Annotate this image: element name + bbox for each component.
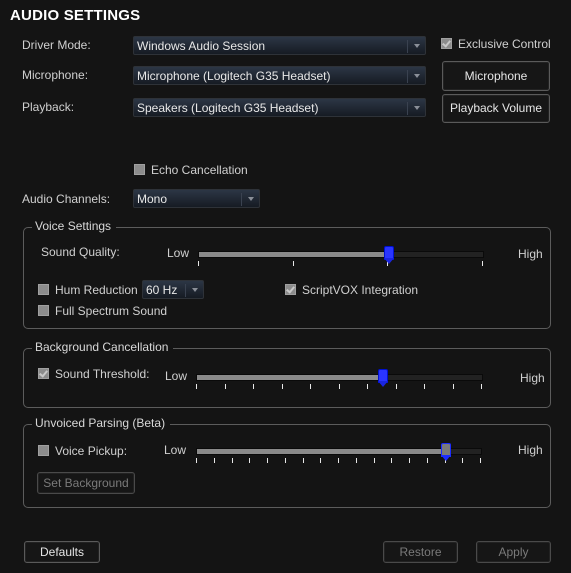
hum-frequency-value: 60 Hz <box>146 283 178 297</box>
slider-tick <box>293 261 294 266</box>
slider-tick <box>482 261 483 266</box>
slider-tick <box>424 384 425 389</box>
slider-tick <box>253 384 254 389</box>
voice-pickup-high-label: High <box>518 443 543 457</box>
slider-tick <box>303 458 304 463</box>
set-background-button[interactable]: Set Background <box>37 472 135 494</box>
chevron-down-icon <box>192 288 198 292</box>
background-cancellation-legend: Background Cancellation <box>32 340 174 354</box>
echo-cancellation-label: Echo Cancellation <box>151 163 248 177</box>
unvoiced-parsing-group: Unvoiced Parsing (Beta) <box>23 416 551 508</box>
slider-tick <box>285 458 286 463</box>
hum-frequency-select[interactable]: 60 Hz <box>142 280 204 299</box>
chevron-down-icon <box>414 74 420 78</box>
slider-tick <box>267 458 268 463</box>
slider-fill <box>198 251 390 258</box>
sound-quality-low-label: Low <box>167 246 190 260</box>
exclusive-control-checkbox[interactable] <box>441 38 452 49</box>
voice-pickup-low-label: Low <box>164 443 187 457</box>
slider-tick <box>453 384 454 389</box>
audio-channels-select[interactable]: Mono <box>133 189 260 208</box>
hum-reduction-checkbox[interactable] <box>38 284 49 295</box>
voice-settings-legend: Voice Settings <box>32 219 117 233</box>
voice-pickup-label: Voice Pickup: <box>55 444 128 458</box>
slider-tick <box>374 458 375 463</box>
sound-threshold-low-label: Low <box>165 369 188 383</box>
voice-pickup-slider[interactable] <box>196 443 482 466</box>
hum-reduction-label: Hum Reduction <box>55 283 138 297</box>
slider-tick <box>320 458 321 463</box>
page-title: AUDIO SETTINGS <box>10 7 141 24</box>
driver-mode-value: Windows Audio Session <box>137 39 266 53</box>
slider-fill <box>196 374 384 381</box>
sound-quality-slider[interactable] <box>198 246 484 269</box>
driver-mode-select[interactable]: Windows Audio Session <box>133 36 426 55</box>
restore-button[interactable]: Restore <box>383 541 458 563</box>
apply-button[interactable]: Apply <box>476 541 551 563</box>
slider-tick <box>480 458 481 463</box>
slider-thumb[interactable] <box>441 443 451 461</box>
slider-tick <box>338 458 339 463</box>
select-divider <box>407 40 408 53</box>
slider-tick <box>198 261 199 266</box>
defaults-button[interactable]: Defaults <box>24 541 100 563</box>
sound-quality-label: Sound Quality: <box>41 245 120 259</box>
microphone-volume-button[interactable]: Microphone Volume <box>442 61 550 111</box>
unvoiced-parsing-legend: Unvoiced Parsing (Beta) <box>32 416 171 430</box>
slider-tick <box>339 384 340 389</box>
slider-tick <box>249 458 250 463</box>
driver-mode-label: Driver Mode: <box>22 38 91 52</box>
sound-quality-high-label: High <box>518 247 543 261</box>
chevron-down-icon <box>414 106 420 110</box>
playback-volume-button[interactable]: Playback Volume <box>442 94 550 123</box>
select-divider <box>185 284 186 297</box>
playback-select[interactable]: Speakers (Logitech G35 Headset) <box>133 98 426 117</box>
playback-value: Speakers (Logitech G35 Headset) <box>137 101 319 115</box>
slider-tick <box>367 384 368 389</box>
chevron-down-icon <box>414 44 420 48</box>
slider-tick <box>356 458 357 463</box>
slider-tick <box>427 458 428 463</box>
select-divider <box>407 102 408 115</box>
microphone-label: Microphone: <box>22 68 89 82</box>
chevron-down-icon <box>248 197 254 201</box>
echo-cancellation-checkbox[interactable] <box>134 164 145 175</box>
full-spectrum-label: Full Spectrum Sound <box>55 304 168 318</box>
scriptvox-checkbox[interactable] <box>285 284 296 295</box>
full-spectrum-checkbox[interactable] <box>38 305 49 316</box>
slider-tick <box>196 458 197 463</box>
playback-label: Playback: <box>22 100 75 114</box>
sound-threshold-high-label: High <box>520 371 545 385</box>
audio-channels-value: Mono <box>137 192 168 206</box>
microphone-value: Microphone (Logitech G35 Headset) <box>137 69 331 83</box>
slider-tick <box>214 458 215 463</box>
slider-fill <box>196 448 447 455</box>
slider-thumb[interactable] <box>378 369 388 387</box>
slider-tick <box>409 458 410 463</box>
slider-tick <box>481 384 482 389</box>
slider-tick <box>310 384 311 389</box>
slider-tick <box>225 384 226 389</box>
exclusive-control-label: Exclusive Control <box>458 37 551 51</box>
slider-tick <box>396 384 397 389</box>
voice-pickup-checkbox[interactable] <box>38 445 49 456</box>
scriptvox-label: ScriptVOX Integration <box>302 283 419 297</box>
slider-thumb[interactable] <box>384 246 394 264</box>
sound-threshold-checkbox[interactable] <box>38 368 49 379</box>
slider-tick <box>232 458 233 463</box>
slider-tick <box>462 458 463 463</box>
sound-threshold-slider[interactable] <box>196 369 483 392</box>
select-divider <box>407 70 408 83</box>
slider-tick <box>391 458 392 463</box>
microphone-select[interactable]: Microphone (Logitech G35 Headset) <box>133 66 426 85</box>
select-divider <box>241 193 242 206</box>
slider-tick <box>282 384 283 389</box>
slider-tick <box>196 384 197 389</box>
audio-channels-label: Audio Channels: <box>22 192 111 206</box>
sound-threshold-label: Sound Threshold: <box>55 367 150 381</box>
